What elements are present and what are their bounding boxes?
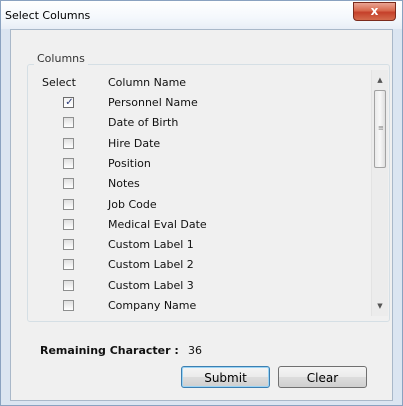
column-row[interactable]: Job Code <box>36 196 366 216</box>
column-row[interactable]: Date of Birth <box>36 114 366 134</box>
scroll-up-arrow-icon[interactable]: ▲ <box>372 72 388 88</box>
remaining-character-label: Remaining Character : <box>40 344 179 357</box>
column-row[interactable]: Notes <box>36 175 366 195</box>
column-name-label: Custom Label 1 <box>108 238 194 251</box>
header-select: Select <box>42 76 76 89</box>
column-row[interactable]: Custom Label 3 <box>36 277 366 297</box>
remaining-character-value: 36 <box>188 344 202 357</box>
column-row[interactable]: Medical Eval Date <box>36 216 366 236</box>
column-name-label: Company Name <box>108 299 197 312</box>
column-name-label: Date of Birth <box>108 116 179 129</box>
column-name-label: Medical Eval Date <box>108 218 207 231</box>
select-checkbox[interactable] <box>63 138 74 149</box>
scroll-down-arrow-icon[interactable]: ▼ <box>372 298 388 314</box>
close-icon: x <box>370 4 379 18</box>
select-checkbox[interactable] <box>63 219 74 230</box>
scrollbar-thumb[interactable]: ≡ <box>374 90 386 168</box>
column-name-label: Job Code <box>108 198 157 211</box>
select-checkbox[interactable] <box>63 199 74 210</box>
select-checkbox[interactable] <box>63 280 74 291</box>
clear-button[interactable]: Clear <box>278 366 367 388</box>
select-checkbox[interactable] <box>63 239 74 250</box>
submit-button[interactable]: Submit <box>181 366 270 388</box>
column-name-label: Position <box>108 157 151 170</box>
column-name-label: Custom Label 2 <box>108 258 194 271</box>
window-title: Select Columns <box>5 9 91 22</box>
select-checkbox[interactable] <box>63 117 74 128</box>
select-checkbox[interactable] <box>63 158 74 169</box>
checkmark-icon: ✓ <box>65 97 74 108</box>
columns-group-label: Columns <box>34 52 88 65</box>
column-row[interactable]: Custom Label 2 <box>36 256 366 276</box>
grip-icon: ≡ <box>378 124 384 132</box>
list-scrollbar[interactable]: ▲ ≡ ▼ <box>371 70 388 316</box>
close-button[interactable]: x <box>353 2 396 21</box>
column-name-label: Notes <box>108 177 140 190</box>
column-name-label: Personnel Name <box>108 96 198 109</box>
column-row[interactable]: Hire Date <box>36 135 366 155</box>
select-checkbox[interactable] <box>63 300 74 311</box>
select-checkbox[interactable] <box>63 259 74 270</box>
column-row[interactable]: Custom Label 1 <box>36 236 366 256</box>
select-checkbox[interactable] <box>63 178 74 189</box>
column-name-label: Hire Date <box>108 137 161 150</box>
column-row[interactable]: ✓ Personnel Name <box>36 94 366 114</box>
column-row[interactable]: Position <box>36 155 366 175</box>
select-checkbox[interactable]: ✓ <box>63 97 74 108</box>
column-row[interactable]: Company Name <box>36 297 366 317</box>
title-bar[interactable]: Select Columns x <box>1 1 402 29</box>
column-name-label: Custom Label 3 <box>108 279 194 292</box>
header-column-name: Column Name <box>108 76 187 89</box>
